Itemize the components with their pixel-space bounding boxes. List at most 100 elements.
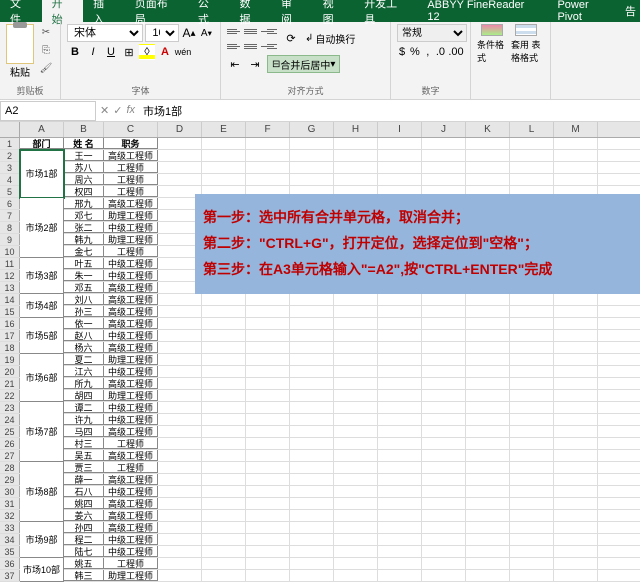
cell[interactable] — [246, 414, 290, 425]
cell[interactable] — [422, 318, 466, 329]
row-header[interactable]: 15 — [0, 306, 20, 317]
name-box[interactable]: A2 — [0, 101, 96, 121]
cell[interactable] — [290, 558, 334, 569]
cell[interactable] — [158, 534, 202, 545]
cell[interactable] — [158, 450, 202, 461]
format-table-button[interactable]: 套用 表格格式 — [511, 24, 541, 64]
cell[interactable] — [510, 402, 554, 413]
merged-cell[interactable]: 市场8部 — [20, 462, 64, 522]
cell[interactable] — [290, 522, 334, 533]
cell[interactable] — [422, 522, 466, 533]
row-header[interactable]: 4 — [0, 174, 20, 185]
cell[interactable] — [466, 366, 510, 377]
cell[interactable]: 助理工程师 — [104, 390, 158, 401]
cell[interactable]: 中级工程师 — [104, 486, 158, 497]
row-header[interactable]: 33 — [0, 522, 20, 533]
tab-1[interactable]: 开始 — [42, 0, 84, 22]
cell[interactable] — [510, 174, 554, 185]
cell[interactable] — [422, 402, 466, 413]
cell[interactable] — [246, 450, 290, 461]
cell[interactable] — [290, 330, 334, 341]
cell[interactable] — [422, 546, 466, 557]
cell[interactable]: 赵八 — [64, 330, 104, 341]
cell[interactable] — [422, 462, 466, 473]
align-buttons[interactable] — [227, 24, 277, 53]
cell[interactable] — [290, 366, 334, 377]
cell[interactable] — [290, 426, 334, 437]
cell[interactable]: 村三 — [64, 438, 104, 449]
cell[interactable] — [554, 426, 598, 437]
cell[interactable] — [202, 330, 246, 341]
cell[interactable] — [202, 450, 246, 461]
cell[interactable] — [290, 390, 334, 401]
cell[interactable] — [246, 522, 290, 533]
cell[interactable] — [510, 330, 554, 341]
fill-color-button[interactable]: ◊ — [139, 44, 155, 60]
cell[interactable]: 工程师 — [104, 246, 158, 257]
row-header[interactable]: 6 — [0, 198, 20, 209]
decrease-decimal-button[interactable]: .00 — [448, 44, 464, 60]
cell[interactable] — [334, 414, 378, 425]
cell[interactable] — [554, 570, 598, 581]
cell[interactable] — [158, 522, 202, 533]
cell[interactable] — [246, 162, 290, 173]
cell[interactable] — [246, 426, 290, 437]
cell[interactable] — [554, 294, 598, 305]
cell[interactable]: 中级工程师 — [104, 366, 158, 377]
cell[interactable] — [158, 390, 202, 401]
cell[interactable] — [246, 390, 290, 401]
row-header[interactable]: 28 — [0, 462, 20, 473]
col-header-M[interactable]: M — [554, 122, 598, 137]
cell[interactable] — [246, 486, 290, 497]
cell[interactable] — [378, 390, 422, 401]
cell[interactable] — [510, 318, 554, 329]
paste-icon[interactable] — [6, 24, 34, 64]
row-header[interactable]: 32 — [0, 510, 20, 521]
cell[interactable] — [554, 378, 598, 389]
orientation-button[interactable]: ⟳ — [283, 31, 299, 47]
spreadsheet-grid[interactable]: ABCDEFGHIJKLM 1 部门 姓 名 职务2市场1部王一高级工程师3苏八… — [0, 122, 640, 582]
row-header[interactable]: 35 — [0, 546, 20, 557]
col-header-F[interactable]: F — [246, 122, 290, 137]
merged-cell[interactable]: 市场5部 — [20, 318, 64, 354]
cell[interactable] — [246, 402, 290, 413]
percent-button[interactable]: % — [409, 44, 421, 60]
cell[interactable]: 中级工程师 — [104, 270, 158, 281]
cell[interactable] — [290, 306, 334, 317]
cell[interactable]: 助理工程师 — [104, 210, 158, 221]
increase-indent-button[interactable]: ⇥ — [247, 56, 263, 72]
cell[interactable]: 高级工程师 — [104, 198, 158, 209]
row-header[interactable]: 30 — [0, 486, 20, 497]
paste-button[interactable]: 粘贴 — [10, 64, 30, 79]
cell[interactable]: 高级工程师 — [104, 474, 158, 485]
row-header[interactable]: 25 — [0, 426, 20, 437]
cell[interactable]: 马四 — [64, 426, 104, 437]
cell[interactable] — [378, 510, 422, 521]
cell[interactable] — [510, 438, 554, 449]
merged-cell[interactable]: 市场7部 — [20, 402, 64, 462]
cell[interactable]: 工程师 — [104, 462, 158, 473]
cell[interactable] — [378, 438, 422, 449]
cell[interactable] — [466, 414, 510, 425]
row-header[interactable]: 36 — [0, 558, 20, 569]
cell[interactable]: 中级工程师 — [104, 330, 158, 341]
cell[interactable]: 助理工程师 — [104, 570, 158, 581]
cell[interactable]: 江六 — [64, 366, 104, 377]
cell[interactable]: 高级工程师 — [104, 150, 158, 161]
cell[interactable] — [378, 162, 422, 173]
row-header[interactable]: 16 — [0, 318, 20, 329]
italic-button[interactable]: I — [85, 44, 101, 60]
cell[interactable] — [334, 354, 378, 365]
cell[interactable] — [290, 546, 334, 557]
cell[interactable]: 高级工程师 — [104, 294, 158, 305]
cell[interactable] — [378, 150, 422, 161]
row-header[interactable]: 24 — [0, 414, 20, 425]
cell[interactable] — [378, 414, 422, 425]
cell[interactable] — [202, 462, 246, 473]
col-header-B[interactable]: B — [64, 122, 104, 137]
number-format-select[interactable]: 常规 — [397, 24, 467, 42]
cell[interactable] — [246, 570, 290, 581]
select-all-corner[interactable] — [0, 122, 20, 137]
cell[interactable] — [334, 426, 378, 437]
merged-cell[interactable]: 市场6部 — [20, 354, 64, 402]
